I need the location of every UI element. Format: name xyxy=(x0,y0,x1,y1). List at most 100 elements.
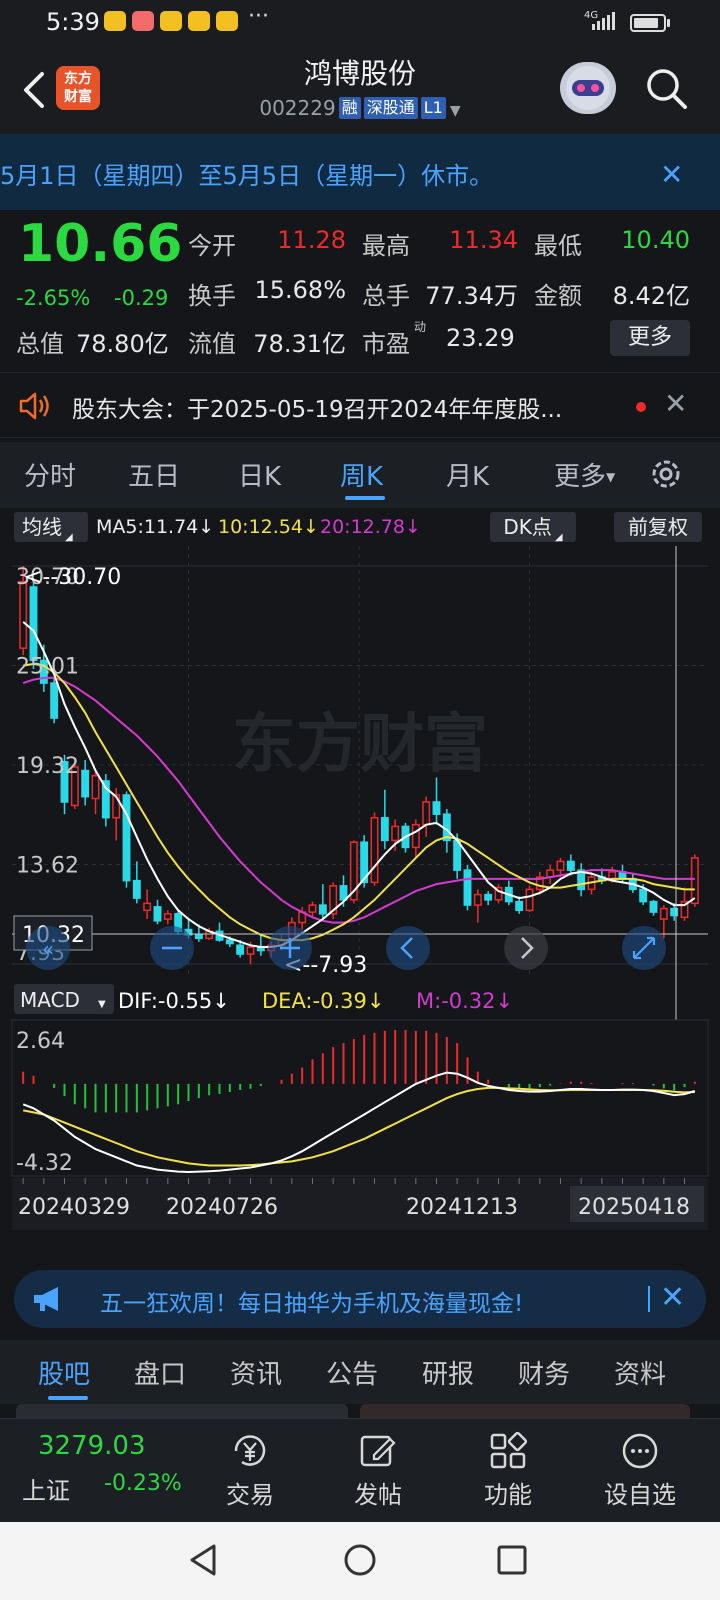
candle-body xyxy=(318,904,327,915)
tab-daily-k[interactable]: 日K xyxy=(238,456,281,493)
index-ticker[interactable]: 3279.03 上证 -0.23% xyxy=(0,1419,196,1523)
nav-functions-label: 功能 xyxy=(484,1481,532,1509)
candle-body xyxy=(339,885,348,901)
candle-body xyxy=(411,823,420,849)
nav-trade-label: 交易 xyxy=(226,1481,274,1509)
compose-icon xyxy=(360,1435,396,1467)
tab-monthly-k[interactable]: 月K xyxy=(446,456,489,493)
dk-point-button[interactable]: DK点 ◢ xyxy=(490,512,576,543)
candle-body xyxy=(81,769,90,798)
chart-scroll-left-fast[interactable]: « xyxy=(26,926,70,970)
price-axis-label: 25.01 xyxy=(16,654,79,679)
market-holiday-notice[interactable]: 5月1日（星期四）至5月5日（星期一）休市。 ✕ xyxy=(0,134,720,210)
nav-add-watchlist[interactable]: 设自选 xyxy=(590,1429,690,1510)
tab-five-day[interactable]: 五日 xyxy=(128,456,180,493)
open-label: 今开 xyxy=(188,232,236,260)
candle-body xyxy=(432,801,441,815)
dropdown-caret-icon: ▼ xyxy=(449,103,461,119)
macd-axis-min: -4.32 xyxy=(16,1151,73,1176)
tab-financials[interactable]: 财务 xyxy=(518,1354,570,1391)
weibo-notification-icon xyxy=(160,11,182,31)
tab-guba[interactable]: 股吧 xyxy=(38,1354,90,1391)
price-axis-label: 19.32 xyxy=(16,754,79,779)
candle-body xyxy=(225,939,234,945)
nav-trade[interactable]: 交易 xyxy=(200,1429,300,1510)
fullscreen-button[interactable] xyxy=(622,926,666,970)
system-recents-icon[interactable] xyxy=(494,1542,530,1578)
candle-body xyxy=(422,801,431,826)
status-time: 5:39 xyxy=(46,8,100,36)
high-price-marker: <--30.70 xyxy=(24,565,121,590)
adjust-price-button[interactable]: 前复权 xyxy=(614,512,702,542)
unread-dot xyxy=(636,402,646,412)
low-label: 最低 xyxy=(534,232,582,260)
zoom-in-button[interactable] xyxy=(268,926,312,970)
shareholder-meeting-bar[interactable]: 股东大会：于2025-05-19召开2024年年度股... ✕ xyxy=(0,372,720,438)
candle-body xyxy=(132,879,141,899)
system-back-icon[interactable] xyxy=(186,1542,222,1578)
tab-pankou[interactable]: 盘口 xyxy=(134,1354,186,1391)
nav-post[interactable]: 发帖 xyxy=(328,1429,428,1510)
nav-functions[interactable]: 功能 xyxy=(458,1429,558,1510)
turnover-value: 15.68% xyxy=(254,276,346,304)
dk-point-label: DK点 xyxy=(503,515,552,539)
tab-weekly-k[interactable]: 周K xyxy=(340,456,383,493)
candle-body xyxy=(649,900,658,913)
candle-body xyxy=(163,913,172,920)
robot-assistant-icon[interactable] xyxy=(560,62,616,114)
tab-profile[interactable]: 资料 xyxy=(614,1354,666,1391)
notice-text: 5月1日（星期四）至5月5日（星期一）休市。 xyxy=(0,162,494,190)
macd-selector-label: MACD xyxy=(20,988,80,1012)
price-axis-label: 13.62 xyxy=(16,854,79,879)
amount-label: 金额 xyxy=(534,282,582,310)
dif-value: DIF:-0.55↓ xyxy=(118,989,230,1013)
price-change: -0.29 xyxy=(114,286,169,310)
candle-body xyxy=(143,902,152,912)
speaker-icon xyxy=(19,392,49,420)
tab-more[interactable]: 更多▼ xyxy=(554,456,615,493)
trade-yen-icon xyxy=(234,1435,266,1466)
active-tab-indicator xyxy=(48,1396,88,1400)
candle-body xyxy=(246,946,255,955)
more-button[interactable]: 更多 xyxy=(610,320,690,356)
search-icon[interactable] xyxy=(644,66,690,112)
candle-body xyxy=(473,893,482,906)
promo-text: 五一狂欢周！每日抽华为手机及海量现金! xyxy=(100,1291,524,1317)
m-value: M:-0.32↓ xyxy=(416,989,513,1013)
fast-rewind-icon: « xyxy=(42,937,54,961)
dropdown-caret-icon: ◢ xyxy=(554,532,563,543)
connect-tag: 深股通 xyxy=(363,97,418,119)
ma-selector-label: 均线 xyxy=(22,515,62,539)
tab-research[interactable]: 研报 xyxy=(422,1354,474,1391)
volume-label: 总手 xyxy=(362,282,410,310)
zoom-out-button[interactable] xyxy=(150,926,194,970)
megaphone-icon xyxy=(34,1287,58,1311)
close-icon[interactable]: ✕ xyxy=(664,387,687,420)
tab-intraday[interactable]: 分时 xyxy=(24,456,76,493)
candle-body xyxy=(556,860,565,871)
last-price: 10.66 xyxy=(18,214,183,274)
kline-chart[interactable]: 东方财富 30.7025.0119.3213.627.93 <--30.70 <… xyxy=(0,546,720,1246)
close-icon[interactable]: ✕ xyxy=(660,158,683,191)
candle-body xyxy=(91,774,100,800)
candle-body xyxy=(690,857,699,905)
close-icon[interactable]: ✕ xyxy=(660,1280,685,1315)
tab-news[interactable]: 资讯 xyxy=(230,1354,282,1391)
level-tag: L1 xyxy=(420,97,446,119)
candle-body xyxy=(659,907,668,920)
ma-selector[interactable]: 均线 ◢ xyxy=(14,512,88,543)
status-bar: 5:39 ··· 4G xyxy=(0,0,720,44)
turnover-label: 换手 xyxy=(188,282,236,310)
gear-icon[interactable] xyxy=(646,454,686,494)
candle-body xyxy=(236,944,245,955)
promo-banner[interactable]: 五一狂欢周！每日抽华为手机及海量现金! ✕ xyxy=(14,1270,706,1328)
ma5-value: MA5:11.74↓ xyxy=(96,516,215,538)
scroll-right-button[interactable] xyxy=(504,926,548,970)
scroll-left-button[interactable] xyxy=(386,926,430,970)
percent-change: -2.65% xyxy=(16,286,91,310)
crosshair-date: 20250418 xyxy=(578,1195,690,1220)
tab-announcements[interactable]: 公告 xyxy=(326,1354,378,1391)
system-home-icon[interactable] xyxy=(342,1542,378,1578)
high-label: 最高 xyxy=(362,232,410,260)
volume-value: 77.34万 xyxy=(425,282,518,310)
